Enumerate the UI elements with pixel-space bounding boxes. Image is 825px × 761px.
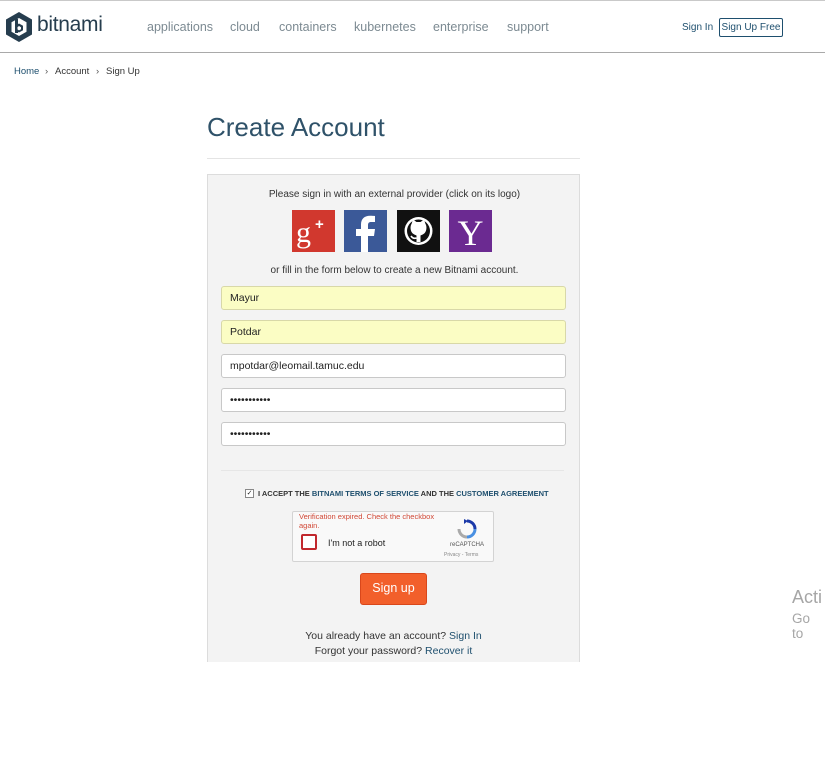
breadcrumb-account[interactable]: Account xyxy=(55,66,89,77)
captcha-brand: reCAPTCHA xyxy=(450,542,485,548)
top-navigation-bar: bitnami applications cloud containers ku… xyxy=(0,0,825,53)
external-provider-prompt: Please sign in with an external provider… xyxy=(268,189,521,200)
nav-kubernetes[interactable]: kubernetes xyxy=(354,20,416,34)
nav-applications[interactable]: applications xyxy=(147,20,213,34)
google-plus-icon[interactable]: g + xyxy=(292,210,335,252)
sign-up-free-button[interactable]: Sign Up Free xyxy=(719,18,783,37)
bitnami-logo-icon[interactable] xyxy=(4,11,34,43)
sign-in-footer-link[interactable]: Sign In xyxy=(449,630,482,642)
nav-containers[interactable]: containers xyxy=(279,20,337,34)
breadcrumb-separator: › xyxy=(45,66,49,77)
email-field[interactable] xyxy=(221,354,566,378)
title-divider xyxy=(207,158,580,159)
forgot-password-text: Forgot your password? xyxy=(314,645,423,657)
page-title: Create Account xyxy=(207,112,385,142)
customer-agreement-link[interactable]: CUSTOMER AGREEMENT xyxy=(456,489,549,498)
last-name-field[interactable] xyxy=(221,320,566,344)
nav-enterprise[interactable]: enterprise xyxy=(433,20,489,34)
svg-text:Y: Y xyxy=(458,213,484,252)
logo-text[interactable]: bitnami xyxy=(37,13,103,37)
recaptcha-widget: Verification expired. Check the checkbox… xyxy=(292,511,494,562)
password-field[interactable] xyxy=(221,388,566,412)
confirm-password-field[interactable] xyxy=(221,422,566,446)
form-divider xyxy=(221,470,564,471)
terms-of-service-link[interactable]: BITNAMI TERMS OF SERVICE xyxy=(312,489,419,498)
activation-watermark-line1: Acti xyxy=(792,587,823,607)
nav-cloud[interactable]: cloud xyxy=(230,20,260,34)
activation-watermark-line2: Go to xyxy=(792,611,811,641)
captcha-checkbox[interactable] xyxy=(301,534,317,550)
yahoo-icon[interactable]: Y xyxy=(449,210,492,252)
captcha-label: I'm not a robot xyxy=(328,538,386,548)
recover-link[interactable]: Recover it xyxy=(425,645,472,657)
terms-checkbox[interactable]: ✓ xyxy=(245,489,254,498)
svg-text:+: + xyxy=(315,216,324,233)
terms-middle: AND THE xyxy=(418,489,457,498)
terms-label: I ACCEPT THE BITNAMI TERMS OF SERVICE AN… xyxy=(258,489,549,498)
captcha-error-message: Verification expired. Check the checkbox… xyxy=(299,512,435,530)
svg-text:g: g xyxy=(296,216,311,249)
first-name-field[interactable] xyxy=(221,286,566,310)
recaptcha-icon xyxy=(457,519,477,539)
have-account-line: You already have an account? Sign In xyxy=(207,630,580,642)
breadcrumb-separator: › xyxy=(96,66,100,77)
terms-prefix: I ACCEPT THE xyxy=(258,489,312,498)
have-account-text: You already have an account? xyxy=(305,630,447,642)
breadcrumb-current: Sign Up xyxy=(106,66,140,77)
fill-form-prompt: or fill in the form below to create a ne… xyxy=(270,265,519,276)
sign-up-button[interactable]: Sign up xyxy=(360,573,427,605)
github-icon[interactable] xyxy=(397,210,440,252)
forgot-password-line: Forgot your password? Recover it xyxy=(207,645,580,657)
breadcrumb-home[interactable]: Home xyxy=(14,66,39,77)
sign-in-link[interactable]: Sign In xyxy=(682,22,713,33)
captcha-privacy-terms[interactable]: Privacy - Terms xyxy=(444,552,478,558)
facebook-icon[interactable] xyxy=(344,210,387,252)
nav-support[interactable]: support xyxy=(507,20,549,34)
